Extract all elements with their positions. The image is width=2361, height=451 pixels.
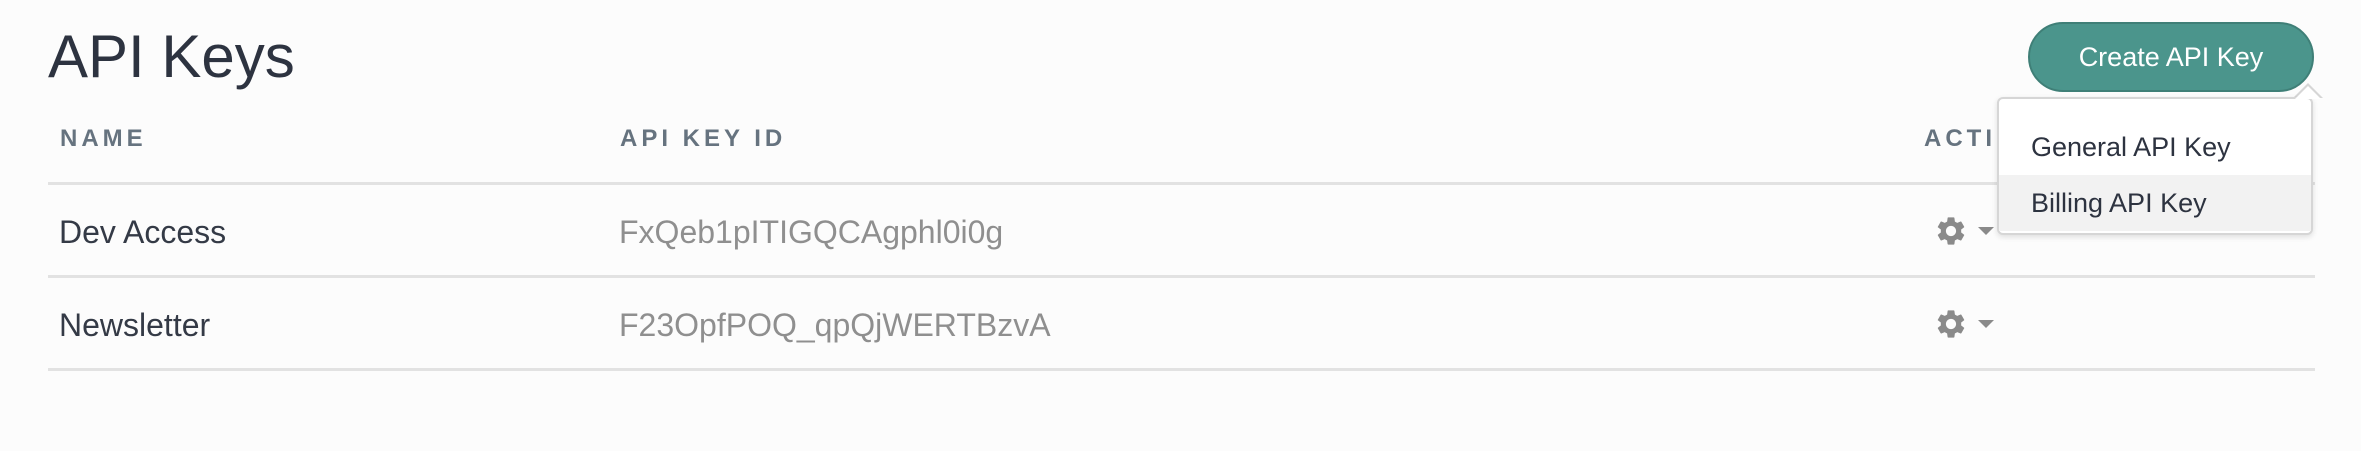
row-actions-button[interactable] xyxy=(1934,213,2004,249)
table-row: Newsletter F23OpfPOQ_qpQjWERTBzvA xyxy=(48,278,2315,371)
menu-item-general-api-key[interactable]: General API Key xyxy=(1999,119,2311,175)
key-name: Newsletter xyxy=(59,307,211,343)
menu-item-billing-api-key[interactable]: Billing API Key xyxy=(1999,175,2311,231)
create-api-key-button[interactable]: Create API Key xyxy=(2028,22,2314,92)
api-keys-table: NAME API KEY ID ACTI Dev Access FxQeb1pI… xyxy=(48,110,2315,371)
gear-icon xyxy=(1934,214,1968,248)
gear-icon xyxy=(1934,307,1968,341)
row-actions-button[interactable] xyxy=(1934,306,2004,342)
column-header-api-key-id: API KEY ID xyxy=(620,125,787,152)
column-header-name: NAME xyxy=(60,125,147,152)
column-header-actions: ACTI xyxy=(1924,125,1996,152)
table-row: Dev Access FxQeb1pITIGQCAgphl0i0g xyxy=(48,185,2315,278)
dropdown-pointer-fill xyxy=(2295,86,2321,99)
caret-down-icon xyxy=(1978,320,1994,328)
page-title: API Keys xyxy=(48,23,295,90)
caret-down-icon xyxy=(1978,227,1994,235)
create-key-dropdown-menu: General API Key Billing API Key xyxy=(1997,97,2313,235)
key-id: FxQeb1pITIGQCAgphl0i0g xyxy=(619,214,1004,250)
table-header: NAME API KEY ID ACTI xyxy=(48,110,2315,185)
key-name: Dev Access xyxy=(59,214,227,250)
key-id: F23OpfPOQ_qpQjWERTBzvA xyxy=(619,307,1051,343)
